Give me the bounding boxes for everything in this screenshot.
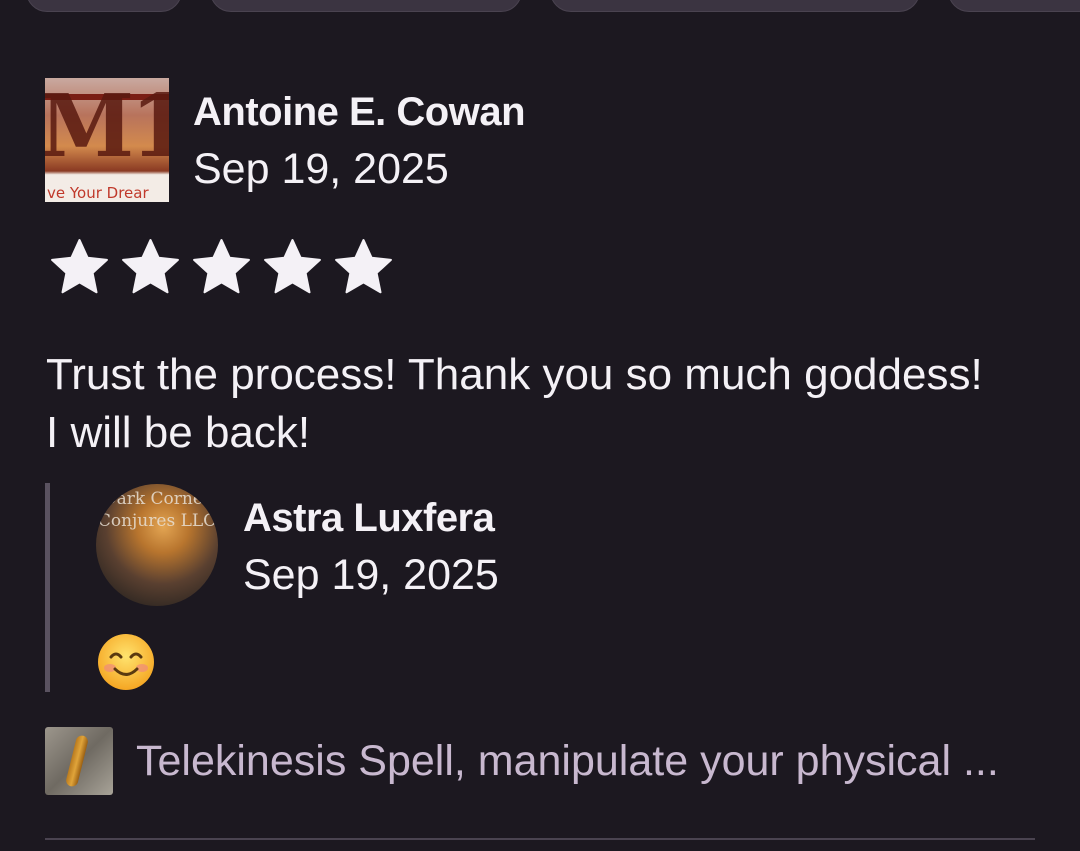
reviewer-name[interactable]: Antoine E. Cowan	[193, 90, 526, 135]
shop-avatar-seal-text: Dark Corner Conjures LLC	[97, 489, 217, 531]
star-icon	[335, 239, 392, 294]
amber-vial-image	[64, 734, 90, 788]
reply-indent-bar	[45, 483, 50, 692]
filter-chip[interactable]	[210, 0, 522, 12]
listing-title-link[interactable]: Telekinesis Spell, manipulate your physi…	[136, 737, 1026, 786]
listing-thumbnail[interactable]	[45, 727, 113, 795]
shop-owner-name[interactable]: Astra Luxfera	[243, 496, 495, 541]
review-date: Sep 19, 2025	[193, 145, 449, 193]
shop-avatar[interactable]: Dark Corner Conjures LLC	[96, 484, 218, 606]
star-icon	[193, 239, 250, 294]
star-icon	[264, 239, 321, 294]
avatar-logo-text: M12	[45, 78, 169, 177]
divider	[45, 838, 1035, 840]
filter-chip[interactable]	[550, 0, 920, 12]
avatar-tagline: ve Your Drear	[47, 184, 149, 202]
reply-date: Sep 19, 2025	[243, 551, 499, 599]
filter-chip[interactable]	[948, 0, 1080, 12]
filter-chip[interactable]	[26, 0, 182, 12]
reviewer-avatar[interactable]: M12 ve Your Drear	[45, 78, 169, 202]
filter-chip-row	[0, 0, 1080, 12]
smiling-face-emoji-icon	[98, 634, 154, 690]
star-icon	[122, 239, 179, 294]
star-icon	[51, 239, 108, 294]
star-rating	[48, 238, 395, 298]
review-text: Trust the process! Thank you so much god…	[46, 350, 983, 457]
